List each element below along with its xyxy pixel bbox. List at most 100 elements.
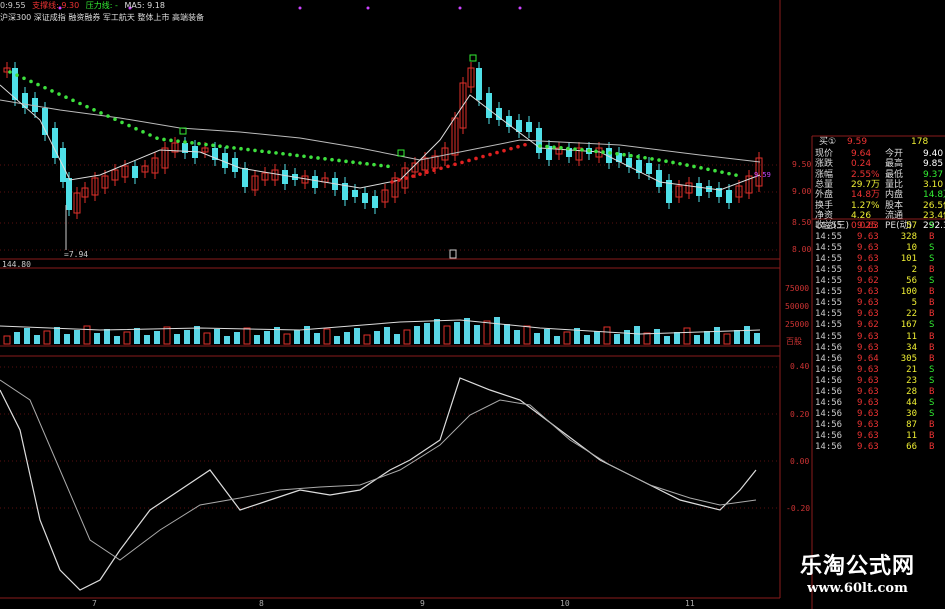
pressure-dot xyxy=(446,164,450,169)
support-dot xyxy=(650,157,654,161)
support-dot xyxy=(316,156,320,160)
macd-dea-line xyxy=(0,379,757,561)
pressure-dot xyxy=(418,172,422,176)
support-dot xyxy=(386,164,390,169)
pressure-dot xyxy=(488,152,492,157)
support-dot xyxy=(657,158,661,162)
pressure-dot xyxy=(432,168,436,173)
support-dot xyxy=(169,138,173,143)
pressure-dot xyxy=(502,148,506,153)
volume-bar xyxy=(83,325,91,345)
pressure-dot xyxy=(516,144,520,149)
support-dot xyxy=(629,153,633,158)
support-dot xyxy=(295,153,299,158)
volume-bar xyxy=(104,329,110,344)
support-dot xyxy=(573,147,577,151)
support-dot xyxy=(734,173,738,177)
pressure-dot xyxy=(425,170,429,174)
support-dot xyxy=(78,101,82,106)
support-dot xyxy=(15,73,19,77)
candle-body xyxy=(12,68,18,100)
support-dot xyxy=(538,144,542,148)
buy1-row[interactable]: 买① 9.59 178 xyxy=(813,136,945,148)
volume-bar xyxy=(243,327,251,345)
price-axis-label: 8.00 xyxy=(792,245,812,254)
support-dot xyxy=(155,136,159,140)
volume-bar xyxy=(483,320,491,345)
pressure-dot xyxy=(467,158,471,163)
macd-axis-label: 0.20 xyxy=(790,410,810,419)
indicator-header: 0:9.55 支撑线: 9.30 压力线: - MA5: 9.18 xyxy=(0,0,780,12)
macd-axis-label: -0.20 xyxy=(786,504,811,513)
candle-body xyxy=(312,176,318,188)
volume-bar xyxy=(384,327,390,344)
volume-bars xyxy=(0,317,761,345)
support-dot xyxy=(678,161,682,166)
support-dot xyxy=(358,161,362,165)
volume-bar xyxy=(323,328,331,345)
volume-bar xyxy=(414,326,420,344)
support-dot xyxy=(720,170,724,174)
ma-line-short xyxy=(0,84,761,191)
volume-bar xyxy=(224,336,230,344)
watermark-title: 乐淘公式网 xyxy=(799,554,915,579)
support-dot xyxy=(559,146,563,150)
volume-bar xyxy=(134,328,140,344)
tick-list[interactable]: 14:55 9.63 57 S 14:55 9.63 328 B 14:55 9.63 10 S 14:… xyxy=(813,219,945,609)
date-tick: 10 xyxy=(560,599,570,608)
ma5-label: MA5: 9.18 xyxy=(124,1,165,10)
volume-bar xyxy=(594,331,600,344)
support-dot xyxy=(330,157,334,162)
pressure-dot xyxy=(390,180,394,184)
support-dot xyxy=(587,148,591,153)
support-dot xyxy=(706,167,710,172)
volume-bar xyxy=(203,332,211,345)
support-dot xyxy=(685,163,689,167)
support-dot xyxy=(566,146,570,151)
volume-bar xyxy=(514,330,520,344)
volume-bar xyxy=(74,330,80,344)
support-dot xyxy=(183,140,187,144)
watermark: 乐淘公式网 www.60lt.com xyxy=(770,553,945,609)
support-dot xyxy=(601,150,605,154)
volume-bar xyxy=(424,323,430,344)
support-dot xyxy=(120,120,124,125)
pressure-dot xyxy=(460,160,464,165)
volume-bar xyxy=(64,334,70,344)
support-dot xyxy=(552,145,556,150)
support-dot xyxy=(260,149,264,154)
volume-bar xyxy=(54,327,60,344)
volume-bar xyxy=(474,325,480,344)
volume-bar xyxy=(234,332,240,344)
support-dot xyxy=(148,133,152,137)
support-dot xyxy=(197,141,201,146)
candlestick-series xyxy=(3,62,763,250)
support-dot xyxy=(64,95,68,99)
volume-bar xyxy=(694,335,700,344)
support-dot xyxy=(372,162,376,167)
support-dot xyxy=(36,82,40,87)
support-dot xyxy=(253,148,257,153)
volume-bar xyxy=(643,332,651,345)
tick-side: B xyxy=(929,442,935,452)
support-dot xyxy=(246,147,250,152)
volume-bar xyxy=(214,329,220,344)
support-dot xyxy=(127,123,131,128)
price-axis-label: 9.00 xyxy=(792,187,812,196)
volume-bar xyxy=(3,335,11,345)
volume-bar xyxy=(294,330,300,344)
support-dot xyxy=(57,92,61,96)
pressure-line-label: 压力线: - xyxy=(85,1,118,10)
candle-body xyxy=(66,178,72,210)
support-dot xyxy=(281,151,285,156)
support-dot xyxy=(50,89,54,93)
support-dot xyxy=(29,79,33,84)
candle-body xyxy=(646,163,652,174)
support-dot xyxy=(239,146,243,151)
time-label: 0:9.55 xyxy=(0,1,26,10)
volume-bar xyxy=(374,331,380,344)
support-dot xyxy=(43,85,47,90)
volume-bar xyxy=(304,326,310,344)
support-dot xyxy=(141,130,145,134)
volume-bar xyxy=(184,330,190,344)
